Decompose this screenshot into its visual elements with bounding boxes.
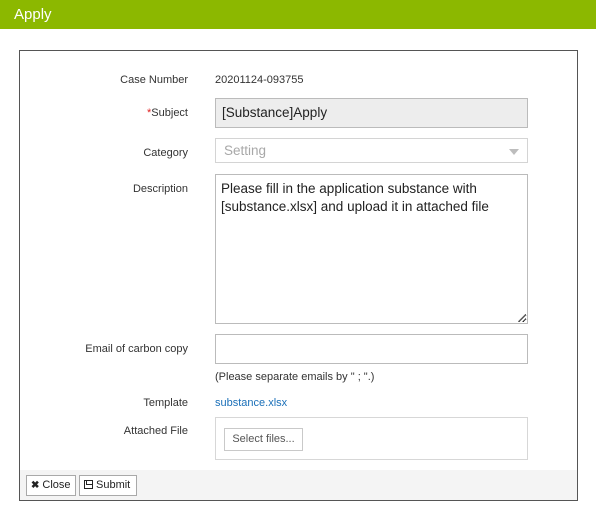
close-button[interactable]: ✖ Close [26, 475, 76, 496]
close-icon: ✖ [31, 480, 40, 491]
close-button-label: Close [42, 479, 71, 491]
submit-button[interactable]: Submit [79, 475, 137, 496]
file-upload-area: Select files... [215, 417, 528, 460]
subject-input[interactable]: [Substance]Apply [215, 98, 528, 128]
template-download-link[interactable]: substance.xlsx [215, 397, 287, 409]
subject-label-text: Subject [151, 107, 188, 119]
category-select[interactable]: Setting [215, 138, 528, 163]
description-text: Please fill in the application substance… [221, 181, 489, 214]
description-textarea[interactable]: Please fill in the application substance… [215, 174, 528, 324]
submit-button-label: Submit [96, 479, 131, 491]
template-label: Template [143, 397, 188, 409]
subject-label: *Subject [20, 107, 188, 119]
email-cc-label: Email of carbon copy [85, 343, 188, 355]
case-number-label: Case Number [120, 74, 188, 86]
template-link-wrap: substance.xlsx [215, 397, 287, 409]
chevron-down-icon [509, 149, 519, 155]
email-cc-hint: (Please separate emails by " ; ".) [215, 371, 375, 383]
category-placeholder: Setting [224, 143, 267, 158]
case-number-value: 20201124-093755 [215, 74, 304, 86]
attached-file-label: Attached File [123, 425, 188, 437]
save-icon [84, 480, 93, 489]
apply-form-dialog: Case Number 20201124-093755 *Subject [Su… [19, 50, 578, 501]
email-cc-input[interactable] [215, 334, 528, 364]
description-label: Description [132, 183, 188, 195]
category-label: Category [143, 147, 188, 159]
dialog-footer: ✖ Close Submit [20, 470, 577, 500]
window-title-bar: Apply [0, 0, 596, 29]
resize-handle-icon[interactable] [518, 314, 526, 322]
select-files-button[interactable]: Select files... [224, 428, 303, 451]
window-title: Apply [14, 6, 52, 23]
